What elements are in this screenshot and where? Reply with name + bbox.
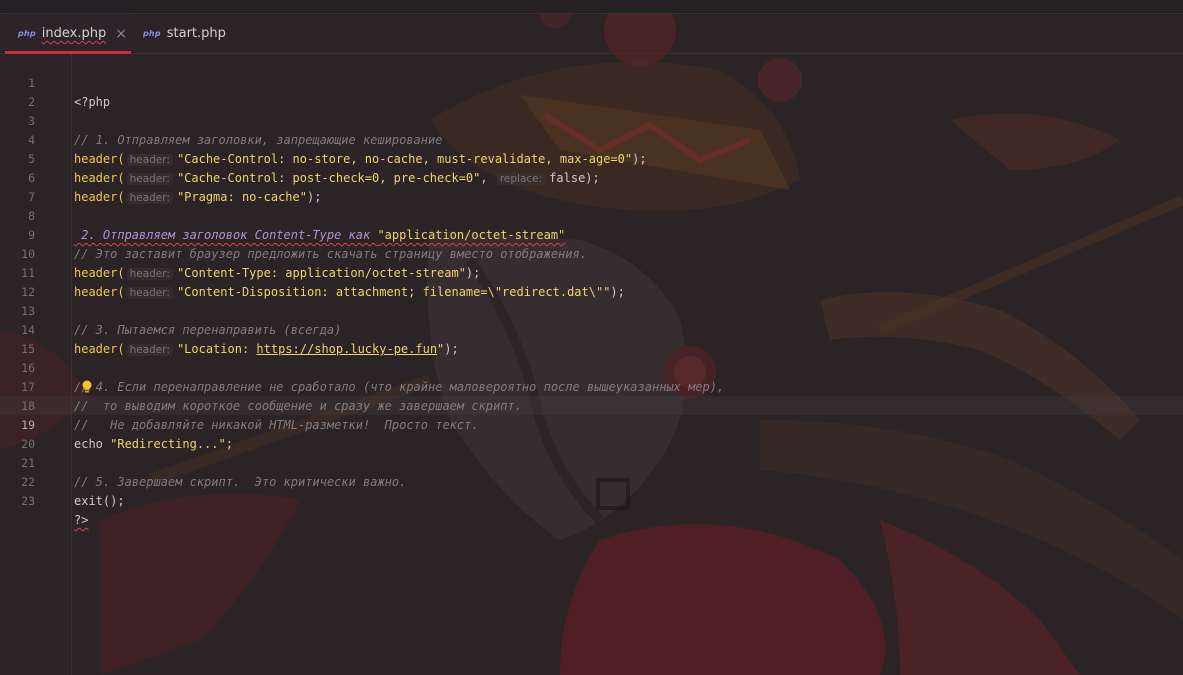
code-line: 21 // 5. Завершаем скрипт. Это критическ…	[0, 435, 1183, 489]
code-line: 12	[0, 264, 1183, 299]
code-editor[interactable]: 1 <?php 2 3 // 1. Отправляем заголовки, …	[0, 54, 1183, 675]
code-line: 17 // то выводим короткое сообщение и ср…	[0, 359, 1183, 413]
tab-start-php[interactable]: php start.php	[131, 14, 236, 53]
code-line: 8 2. Отправляем заголовок Content-Type к…	[0, 188, 1183, 242]
code-line: 1 <?php	[0, 55, 1183, 109]
code-line: 16 // 4. Если перенаправление не сработа…	[0, 340, 1183, 394]
php-file-icon: php	[143, 29, 161, 38]
code-lines: 1 <?php 2 3 // 1. Отправляем заголовки, …	[0, 55, 1183, 527]
code-line: 9 // Это заставит браузер предложить ска…	[0, 207, 1183, 261]
lightbulb-icon[interactable]	[81, 380, 93, 394]
code-line: 18 // Не добавляйте никакой HTML-разметк…	[0, 378, 1183, 432]
code-line: 23 ?>	[0, 473, 1183, 527]
line-code: ?>	[74, 513, 89, 527]
code-line: 13 // 3. Пытаемся перенаправить (всегда)	[0, 283, 1183, 337]
code-line: 3 // 1. Отправляем заголовки, запрещающи…	[0, 93, 1183, 147]
code-line: 11 header(header: "Content-Disposition: a…	[0, 245, 1183, 299]
code-line: 5 header(header: "Cache-Control: post-che…	[0, 131, 1183, 185]
code-line: 6 header(header: "Pragma: no-cache");	[0, 150, 1183, 204]
code-line: 14 header(header: "Location: https://shop…	[0, 302, 1183, 356]
line-number: 23	[21, 494, 35, 508]
tab-index-php[interactable]: php index.php ×	[5, 14, 131, 54]
close-icon[interactable]: ×	[115, 26, 127, 42]
editor-tabbar: php index.php × php start.php	[0, 14, 1183, 54]
code-line: 22 exit();	[0, 454, 1183, 508]
line-code: exit();	[74, 494, 125, 508]
code-line-current: 19 echo "Redirecting...";	[0, 397, 1183, 451]
code-line: 7	[0, 169, 1183, 204]
code-line: 2	[0, 74, 1183, 109]
title-strip	[0, 0, 1183, 14]
tab-label: index.php	[41, 26, 107, 41]
code-line: 15	[0, 321, 1183, 356]
tab-label: start.php	[166, 26, 226, 41]
code-line: 20	[0, 416, 1183, 451]
code-line: 10 header(header: "Content-Type: applicat…	[0, 226, 1183, 280]
code-line: 4 header(header: "Cache-Control: no-store…	[0, 112, 1183, 166]
ide-window: php index.php × php start.php 1 <?php 2 …	[0, 0, 1183, 675]
php-file-icon: php	[18, 29, 36, 38]
